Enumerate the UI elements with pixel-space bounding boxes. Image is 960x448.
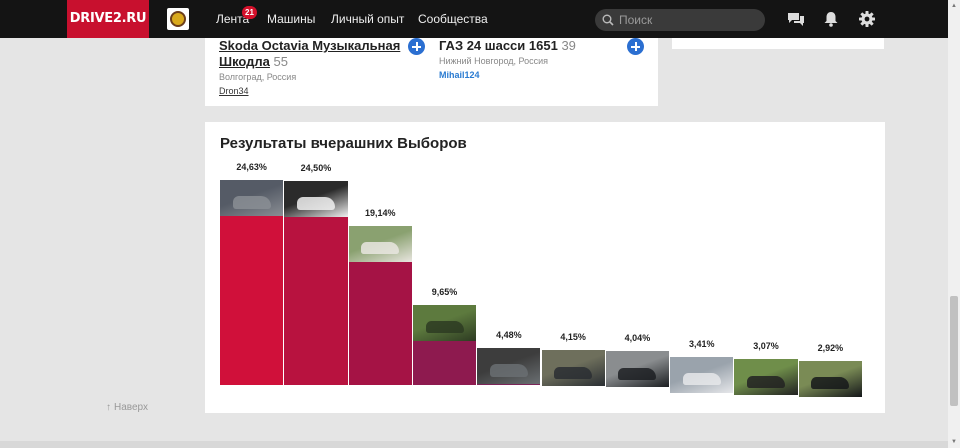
- follow-car-button[interactable]: [408, 38, 425, 55]
- car-photo[interactable]: [284, 181, 348, 218]
- bar-percent-label: 4,15%: [560, 332, 586, 343]
- nav-communities[interactable]: Сообщества: [418, 0, 488, 38]
- nav-cars[interactable]: Машины: [267, 0, 315, 38]
- result-bar[interactable]: 19,14%: [348, 207, 412, 385]
- car-photo[interactable]: [734, 359, 798, 396]
- car-photo[interactable]: [220, 180, 284, 216]
- car-title[interactable]: Skoda Octavia Музыкальная Шкодла 55: [219, 38, 400, 70]
- result-bar[interactable]: 24,63%: [220, 162, 284, 385]
- car-item[interactable]: Skoda Octavia Музыкальная Шкодла 55 Волг…: [219, 38, 400, 96]
- result-bar[interactable]: 3,41%: [670, 338, 734, 393]
- bar-percent-label: 9,65%: [431, 286, 458, 297]
- results-title: Результаты вчерашних Выборов: [220, 135, 467, 152]
- car-photo[interactable]: [798, 360, 862, 397]
- result-bar[interactable]: 24,50%: [284, 163, 348, 385]
- result-bar[interactable]: 4,15%: [541, 332, 605, 387]
- back-to-top-link[interactable]: ↑ Наверх: [106, 402, 148, 413]
- user-avatar[interactable]: [167, 8, 189, 30]
- car-follow-count: 39: [561, 38, 576, 53]
- search-box: [595, 9, 765, 31]
- car-photo[interactable]: [477, 347, 541, 384]
- site-logo[interactable]: DRIVE2.RU: [67, 0, 149, 38]
- messages-icon[interactable]: [787, 10, 805, 28]
- result-bar[interactable]: 4,48%: [477, 329, 541, 385]
- scroll-up-arrow-icon[interactable]: ▲: [950, 2, 958, 10]
- car-owner-link[interactable]: Dron34: [219, 86, 400, 96]
- search-input[interactable]: [619, 9, 759, 31]
- bar-percent-label: 3,41%: [688, 338, 715, 349]
- results-bar-chart: 24,63% 24,50% 19,14% 9,65% 4,48% 4,15% 4,04% 3,…: [220, 162, 863, 397]
- car-photo[interactable]: [541, 350, 605, 387]
- car-location: Волгоград, Россия: [219, 72, 297, 82]
- car-location: Нижний Новгород, Россия: [439, 56, 549, 66]
- car-photo[interactable]: [348, 225, 412, 262]
- car-photo[interactable]: [412, 304, 477, 341]
- feed-count-badge: 21: [242, 6, 257, 19]
- car-owner-link[interactable]: Mihail124: [439, 70, 576, 80]
- result-bar[interactable]: 2,92%: [798, 342, 862, 397]
- top-navigation-bar: DRIVE2.RU Лента 21 Машины Личный опыт Со…: [0, 0, 948, 38]
- car-title[interactable]: ГАЗ 24 шасси 1651 39: [439, 38, 576, 54]
- nav-feed[interactable]: Лента: [216, 0, 249, 38]
- scrollbar-thumb[interactable]: [950, 296, 958, 406]
- cars-card: Skoda Octavia Музыкальная Шкодла 55 Волг…: [205, 38, 658, 106]
- car-follow-count: 55: [273, 54, 289, 69]
- page-bottom-strip: [0, 441, 948, 448]
- nav-experience[interactable]: Личный опыт: [331, 0, 404, 38]
- arrow-up-icon: ↑: [106, 402, 111, 413]
- bar-percent-label: 19,14%: [364, 207, 396, 218]
- result-bar[interactable]: 9,65%: [412, 286, 477, 385]
- scroll-down-arrow-icon[interactable]: ▼: [950, 438, 958, 446]
- result-bar[interactable]: 3,07%: [734, 341, 798, 396]
- car-photo[interactable]: [605, 351, 670, 388]
- result-bar[interactable]: 4,04%: [605, 333, 670, 388]
- follow-car-button[interactable]: [627, 38, 644, 55]
- bar-percent-label: 24,50%: [300, 163, 332, 174]
- car-item[interactable]: ГАЗ 24 шасси 1651 39 Нижний Новгород, Ро…: [439, 38, 576, 80]
- bar-percent-label: 24,63%: [236, 162, 267, 172]
- bar-percent-label: 2,92%: [817, 342, 844, 353]
- search-icon: [602, 14, 614, 26]
- bar-percent-label: 4,04%: [624, 333, 651, 344]
- side-card: [672, 38, 884, 49]
- gear-icon[interactable]: [858, 10, 876, 28]
- car-photo[interactable]: [670, 356, 734, 393]
- bell-icon[interactable]: [822, 10, 840, 28]
- bar-percent-label: 4,48%: [496, 329, 522, 340]
- election-results-card: Результаты вчерашних Выборов 24,63% 24,50…: [205, 122, 885, 413]
- bar-percent-label: 3,07%: [753, 341, 779, 352]
